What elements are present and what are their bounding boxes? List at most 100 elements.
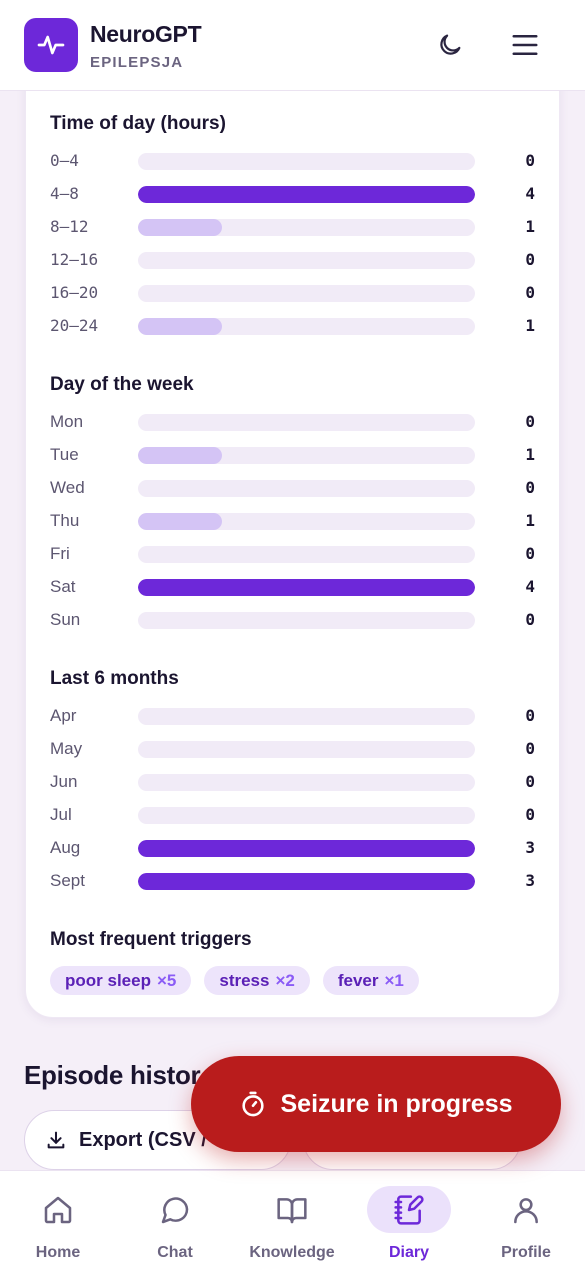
bar-fill: [138, 318, 223, 335]
trigger-chip[interactable]: fever ×1: [322, 966, 419, 995]
bar-track: [138, 708, 475, 725]
row-label: May: [50, 739, 83, 758]
time-of-day-title: Time of day (hours): [50, 113, 226, 134]
nav-item-profile[interactable]: Profile: [484, 1171, 568, 1266]
row-label: 12–16: [50, 250, 99, 269]
home-icon: [44, 1196, 72, 1223]
day-of-week-title: Day of the week: [50, 374, 194, 395]
row-count: 0: [525, 478, 535, 497]
row-label: Mon: [50, 412, 84, 431]
trigger-chips: poor sleep ×5 stress ×2 fever ×1: [50, 966, 419, 995]
moon-icon: [440, 34, 461, 55]
triggers-title: Most frequent triggers: [50, 929, 252, 950]
bar-track: [138, 318, 475, 335]
download-icon: [47, 1131, 65, 1149]
row-label: Jun: [50, 772, 78, 791]
book-open-icon: [277, 1197, 307, 1223]
nav-item-chat[interactable]: Chat: [133, 1171, 217, 1266]
row-count: 4: [525, 184, 535, 203]
nav-item-knowledge[interactable]: Knowledge: [249, 1171, 335, 1266]
row-label: Wed: [50, 478, 85, 497]
nav-label-knowledge: Knowledge: [249, 1244, 335, 1261]
nav-item-home[interactable]: Home: [16, 1171, 100, 1266]
bar-fill: [138, 579, 475, 596]
trigger-name: fever: [337, 970, 379, 990]
row-label: Tue: [50, 445, 79, 464]
bar-track: [138, 480, 475, 497]
bar-track: [138, 873, 475, 890]
bar-track: [138, 612, 475, 629]
bar-fill: [138, 873, 475, 890]
trigger-name: poor sleep: [65, 970, 151, 990]
bar-fill: [138, 840, 475, 857]
row-count: 4: [525, 577, 535, 596]
nav-label-home: Home: [35, 1244, 81, 1261]
notebook-pen-icon: [394, 1194, 424, 1225]
row-count: 0: [525, 805, 535, 824]
trigger-count: ×1: [384, 970, 404, 990]
bottom-navigation: Home Chat Knowledge Diary Profile: [0, 1170, 585, 1266]
chat-bubble-icon: [161, 1196, 189, 1223]
nav-item-diary[interactable]: Diary: [367, 1171, 451, 1266]
bar-track: [138, 807, 475, 824]
row-count: 3: [525, 838, 535, 857]
user-icon: [514, 1197, 538, 1223]
bar-fill: [138, 186, 475, 203]
row-label: Sept: [50, 871, 85, 890]
trigger-count: ×5: [156, 970, 177, 990]
row-count: 1: [525, 445, 535, 464]
export-label: Export (CSV /: [79, 1128, 207, 1151]
row-label: 0–4: [50, 151, 79, 170]
row-label: 20–24: [50, 316, 99, 335]
bar-track: [138, 285, 475, 302]
bar-fill: [138, 447, 223, 464]
bar-track: [138, 513, 475, 530]
app-title: NeuroGPT: [90, 21, 202, 47]
fab-label: Seizure in progress: [280, 1089, 513, 1118]
row-count: 1: [525, 511, 535, 530]
row-label: Sat: [50, 577, 76, 596]
bar-track: [138, 186, 475, 203]
row-count: 1: [525, 217, 535, 236]
bar-track: [138, 219, 475, 236]
bar-track: [138, 741, 475, 758]
trigger-count: ×2: [275, 970, 295, 990]
row-label: Sun: [50, 610, 81, 629]
bar-track: [138, 579, 475, 596]
row-label: 16–20: [50, 283, 99, 302]
bar-track: [138, 252, 475, 269]
activity-pulse-icon: [37, 35, 65, 55]
app-logo: [24, 18, 78, 72]
trigger-chip[interactable]: poor sleep ×5: [50, 966, 192, 995]
bar-track: [138, 414, 475, 431]
row-count: 0: [525, 544, 535, 563]
row-count: 0: [525, 412, 535, 431]
episode-history-title: Episode histor: [24, 1060, 201, 1090]
bar-fill: [138, 219, 223, 236]
app-subtitle: EPILEPSJA: [90, 54, 184, 71]
row-label: Apr: [50, 706, 77, 725]
row-label: Aug: [50, 838, 81, 857]
nav-label-chat: Chat: [157, 1244, 193, 1261]
row-count: 0: [525, 739, 535, 758]
seizure-in-progress-button[interactable]: Seizure in progress: [191, 1056, 561, 1152]
trigger-chip[interactable]: stress ×2: [204, 966, 310, 995]
row-count: 0: [525, 151, 535, 170]
bar-track: [138, 546, 475, 563]
row-count: 0: [525, 772, 535, 791]
row-label: Fri: [50, 544, 70, 563]
nav-label-diary: Diary: [388, 1244, 430, 1261]
row-label: Thu: [50, 511, 80, 530]
theme-toggle-button[interactable]: [433, 28, 467, 62]
hamburger-menu-icon: [512, 35, 538, 55]
nav-label-profile: Profile: [501, 1244, 551, 1261]
row-count: 3: [525, 871, 535, 890]
row-label: Jul: [50, 805, 72, 824]
trigger-name: stress: [219, 970, 270, 990]
row-label: 4–8: [50, 184, 79, 203]
bar-track: [138, 447, 475, 464]
menu-button[interactable]: [508, 28, 542, 62]
row-label: 8–12: [50, 217, 89, 236]
bar-fill: [138, 513, 223, 530]
row-count: 1: [525, 316, 535, 335]
